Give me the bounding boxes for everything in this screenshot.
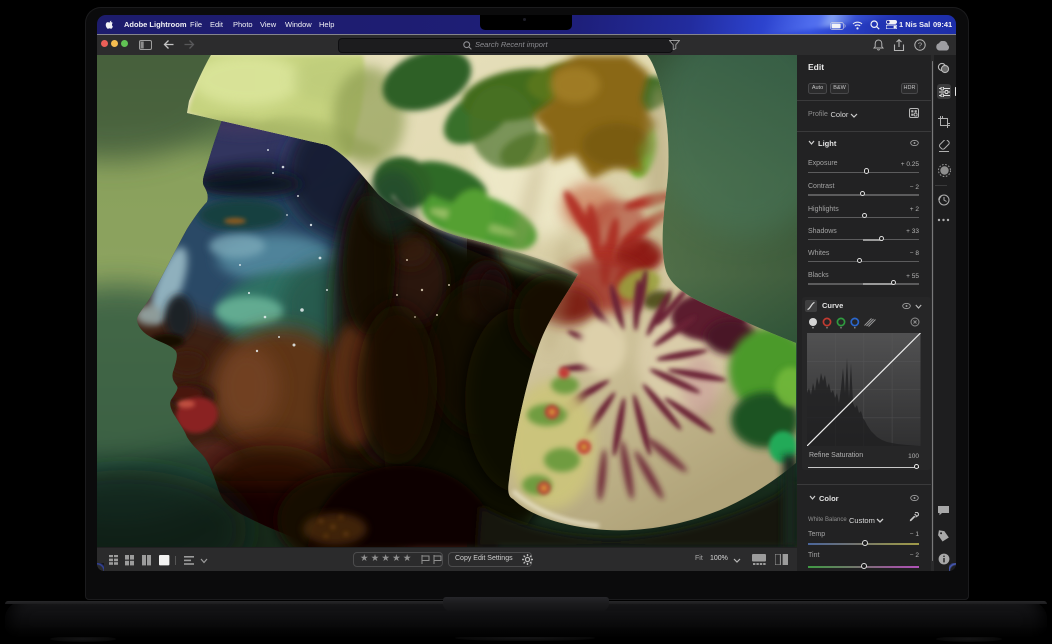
svg-text:?: ? (918, 41, 922, 50)
